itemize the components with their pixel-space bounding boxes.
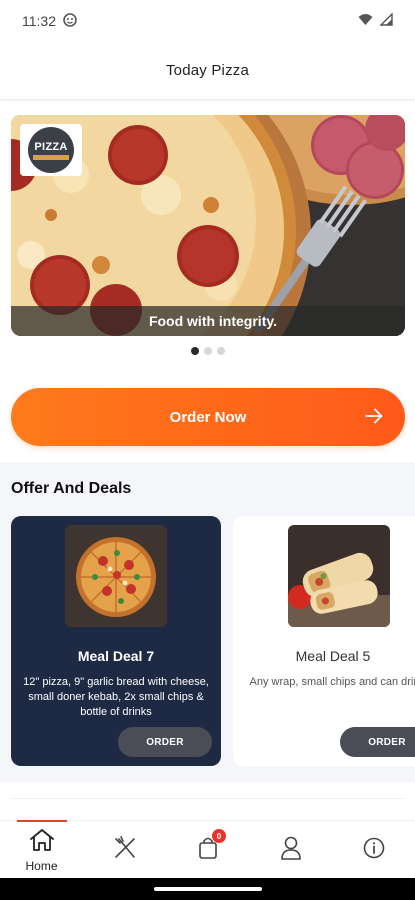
order-button[interactable]: ORDER	[340, 727, 415, 757]
deal-image	[288, 525, 390, 627]
order-now-button[interactable]: Order Now	[11, 388, 405, 446]
signal-icon	[379, 12, 393, 29]
deal-name: Meal Deal 5	[295, 648, 371, 664]
brand-logo: PIZZA	[20, 124, 82, 176]
section-title: Offer And Deals	[11, 480, 132, 497]
deal-card-meal-deal-7[interactable]: Meal Deal 7 12" pizza, 9" garlic bread w…	[11, 516, 221, 766]
carousel-indicator	[0, 347, 415, 355]
deal-description: Any wrap, small chips and can drinks	[249, 676, 415, 688]
arrow-right-icon	[365, 406, 383, 430]
app-screen: 11:32 Today Pizza PIZZA Food with integr…	[0, 0, 415, 900]
logo-text: PIZZA	[34, 140, 68, 153]
wifi-icon	[358, 13, 373, 29]
deal-description: 12" pizza, 9" garlic bread with cheese, …	[23, 676, 209, 718]
banner-caption: Food with integrity.	[11, 306, 405, 336]
status-bar: 11:32	[0, 0, 415, 42]
section-separator	[0, 782, 415, 820]
menu-utensils-icon	[112, 835, 138, 866]
nav-item-menu[interactable]	[83, 821, 166, 879]
info-icon	[363, 837, 385, 864]
carousel-dot-2[interactable]	[203, 347, 212, 355]
order-button[interactable]: ORDER	[118, 727, 212, 757]
nav-label-home: Home	[25, 858, 58, 873]
home-indicator[interactable]	[153, 887, 262, 891]
order-now-label: Order Now	[169, 408, 247, 426]
deal-name: Meal Deal 7	[77, 648, 155, 664]
offers-section: Offer And Deals Meal Deal 7 12" pizza, 9…	[0, 462, 415, 782]
home-icon	[29, 828, 55, 857]
status-right	[358, 12, 393, 29]
nav-item-home[interactable]: Home	[0, 820, 83, 879]
cart-count-badge: 0	[212, 829, 226, 843]
logo-bar	[33, 154, 69, 160]
face-icon	[63, 12, 77, 30]
carousel-dot-3[interactable]	[216, 347, 225, 355]
divider	[11, 798, 404, 799]
nav-item-cart[interactable]: 0	[166, 821, 249, 879]
nav-item-profile[interactable]	[249, 821, 332, 879]
logo-badge: PIZZA	[28, 127, 74, 173]
page-title: Today Pizza	[165, 62, 250, 79]
system-gesture-bar	[0, 878, 415, 900]
promo-banner[interactable]: PIZZA Food with integrity.	[11, 115, 405, 336]
nav-item-info[interactable]	[332, 821, 415, 879]
profile-icon	[279, 835, 303, 866]
status-left: 11:32	[22, 12, 77, 30]
bottom-nav: Home 0	[0, 820, 415, 878]
app-bar: Today Pizza	[0, 42, 415, 100]
deal-card-meal-deal-5[interactable]: Meal Deal 5 Any wrap, small chips and ca…	[233, 516, 415, 766]
status-time: 11:32	[22, 13, 56, 29]
carousel-dot-1[interactable]	[190, 347, 199, 355]
deal-image	[65, 525, 167, 627]
